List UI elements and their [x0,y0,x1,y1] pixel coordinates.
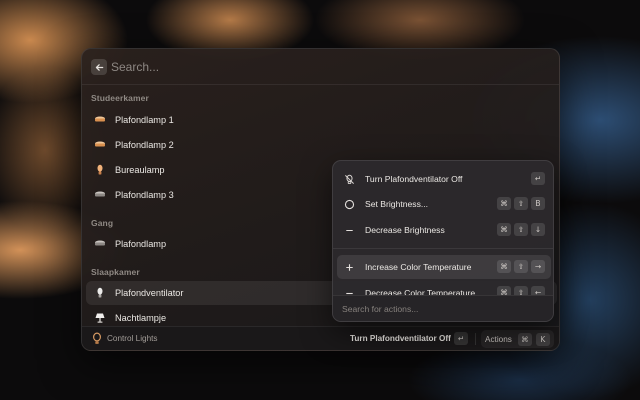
action-decrease-color-temperature[interactable]: Decrease Color Temperature ⌘ ⇧ ← [337,281,551,296]
action-decrease-brightness[interactable]: Decrease Brightness ⌘ ⇧ ↓ [337,218,551,242]
list-item-label: Plafondlamp 2 [115,140,174,150]
search-input[interactable] [111,58,511,76]
ceiling-lamp-warm-icon [93,138,107,152]
list-item-label: Nachtlampje [115,313,167,323]
table-lamp-icon [93,311,107,325]
minus-icon [343,224,355,236]
command-key: ⌘ [497,223,511,236]
command-key: ⌘ [517,332,532,346]
arrow-left-icon [95,63,103,71]
actions-list: Turn Plafondventilator Off ↵ Set Brightn… [333,161,553,296]
list-item-label: Plafondventilator [115,288,184,298]
shortcut: ⌘ ⇧ ↓ [497,223,545,236]
extension-name: Control Lights [107,334,158,343]
action-turn-off[interactable]: Turn Plafondventilator Off ↵ [337,167,551,191]
actions-search [333,295,553,321]
plus-icon [343,261,355,273]
ceiling-lamp-warm-icon [93,113,107,127]
b-key: B [531,197,545,210]
enter-key: ↵ [531,172,545,185]
shift-key: ⇧ [514,197,528,210]
shortcut: ↵ [531,172,545,185]
list-item-label: Bureaulamp [115,165,165,175]
bulb-warm-icon [93,163,107,177]
lightbulb-icon [91,332,103,346]
enter-key-hint: ↵ [454,332,468,345]
actions-label: Actions [485,334,512,344]
search-bar [82,49,559,85]
light-off-icon [343,173,355,185]
divider [475,333,476,345]
action-label: Increase Color Temperature [365,262,472,272]
section-title-slaapkamer: Slaapkamer [91,267,140,277]
command-key: ⌘ [497,197,511,210]
primary-action-label[interactable]: Turn Plafondventilator Off [350,334,451,343]
divider [333,248,553,249]
list-item-label: Plafondlamp [115,239,167,249]
action-label: Turn Plafondventilator Off [365,174,463,184]
bulb-white-icon [93,286,107,300]
action-label: Decrease Brightness [365,225,445,235]
section-title-gang: Gang [91,218,114,228]
circle-icon [343,198,355,210]
actions-search-input[interactable] [342,302,542,316]
arrow-right-key: → [531,260,545,273]
list-item-label: Plafondlamp 3 [115,190,174,200]
command-key: ⌘ [497,260,511,273]
shift-key: ⇧ [514,223,528,236]
action-bar: Control Lights Turn Plafondventilator Of… [82,326,559,350]
list-item-label: Plafondlamp 1 [115,115,174,125]
actions-button[interactable]: Actions ⌘ K [481,330,554,348]
shortcut: ⌘ ⇧ B [497,197,545,210]
k-key: K [535,332,550,346]
shortcut: ⌘ ⇧ → [497,260,545,273]
action-increase-color-temperature[interactable]: Increase Color Temperature ⌘ ⇧ → [337,255,551,279]
action-label: Set Brightness... [365,199,429,209]
ceiling-lamp-off-icon [93,188,107,202]
section-title-studeerkamer: Studeerkamer [91,93,149,103]
back-button[interactable] [91,59,107,75]
actions-panel: Turn Plafondventilator Off ↵ Set Brightn… [332,160,554,322]
list-item-plafondlamp-1[interactable]: Plafondlamp 1 [86,108,557,132]
list-item-plafondlamp-2[interactable]: Plafondlamp 2 [86,133,557,157]
ceiling-lamp-off-icon [93,237,107,251]
shift-key: ⇧ [514,260,528,273]
action-set-brightness[interactable]: Set Brightness... ⌘ ⇧ B [337,192,551,216]
arrow-down-key: ↓ [531,223,545,236]
